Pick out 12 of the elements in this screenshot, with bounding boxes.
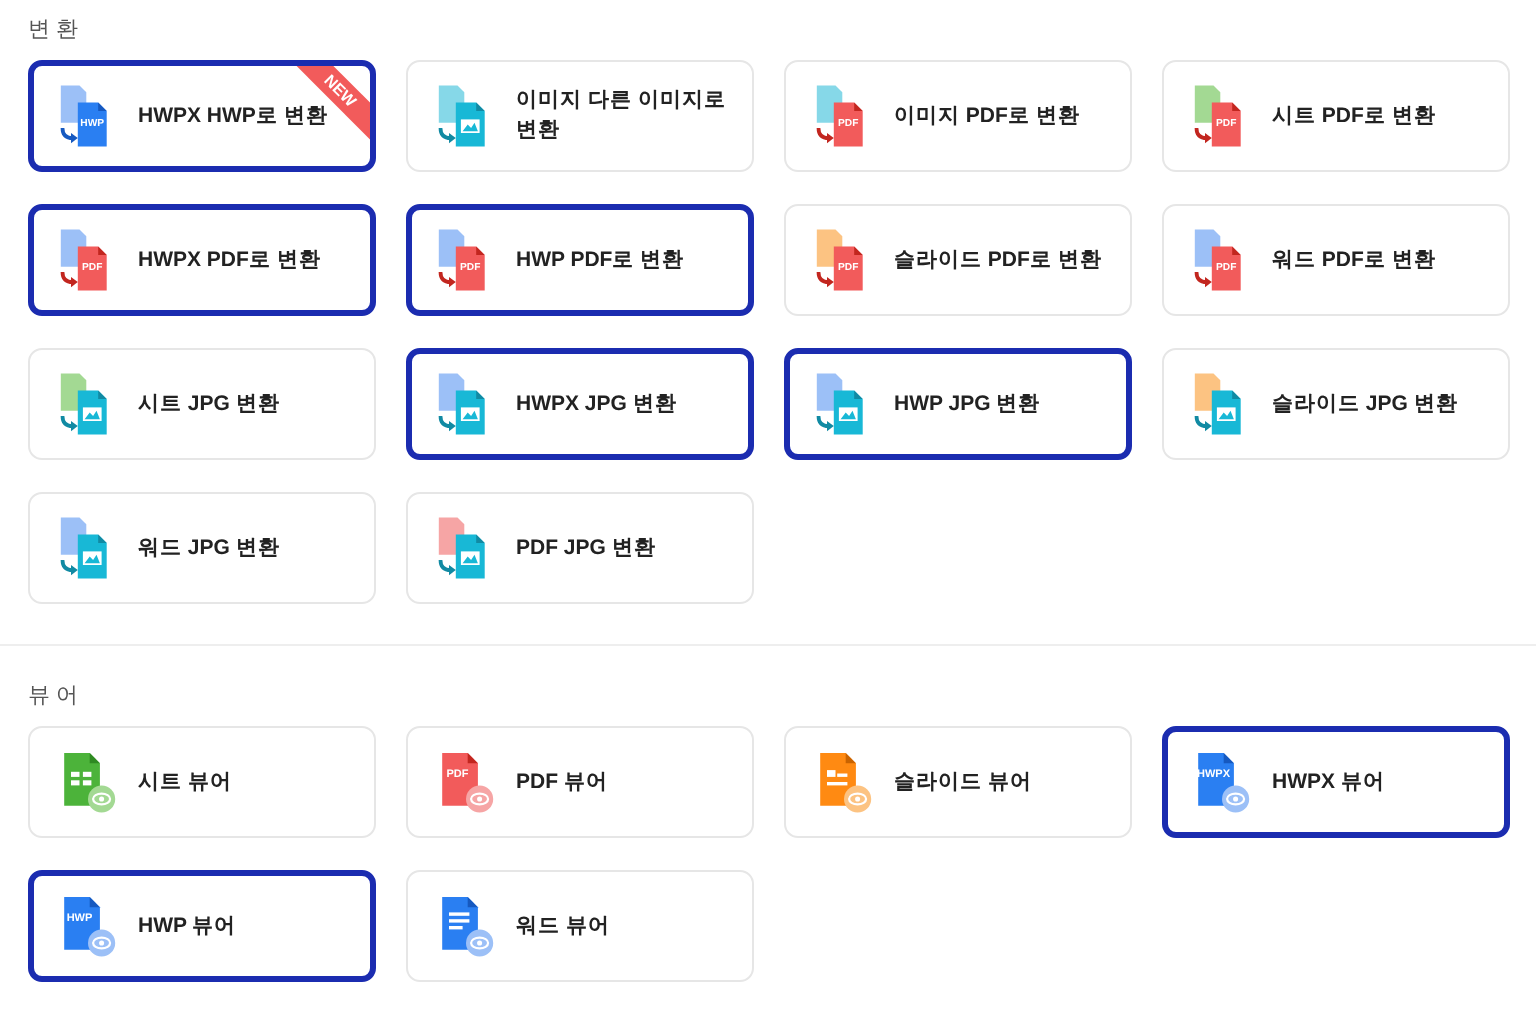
section-title: 뷰 어: [28, 682, 81, 710]
tool-card[interactable]: HWP JPG 변환: [784, 348, 1132, 460]
tool-card[interactable]: 시트 JPG 변환: [28, 348, 376, 460]
tool-card[interactable]: 워드 JPG 변환: [28, 492, 376, 604]
tool-card[interactable]: 워드 뷰어: [406, 870, 754, 982]
section-title: 변 환: [28, 16, 81, 44]
tool-card[interactable]: HWPX JPG 변환: [406, 348, 754, 460]
tool-card[interactable]: 이미지 다른 이미지로 변환: [406, 60, 754, 172]
tool-card[interactable]: 슬라이드 뷰어: [784, 726, 1132, 838]
tool-card[interactable]: 슬라이드 JPG 변환: [1162, 348, 1510, 460]
tool-card[interactable]: PDF JPG 변환: [406, 492, 754, 604]
tool-card[interactable]: 시트 뷰어: [28, 726, 376, 838]
